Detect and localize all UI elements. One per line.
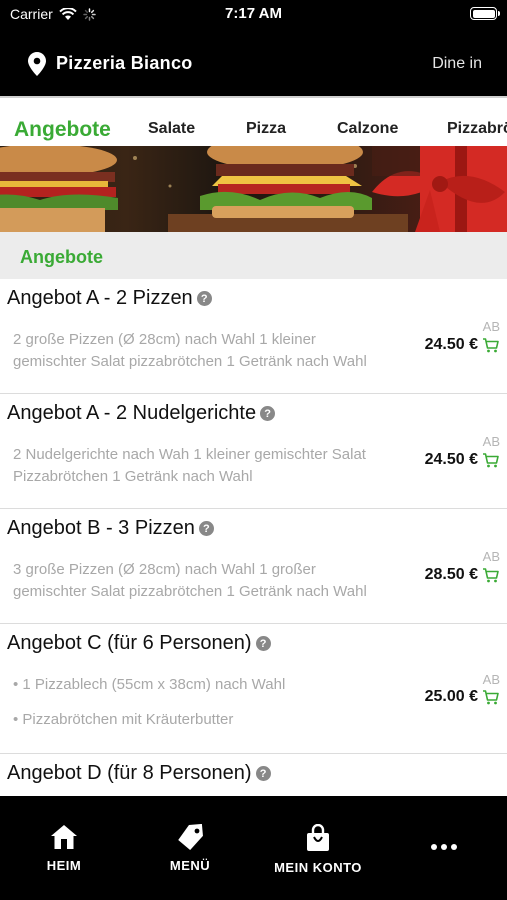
product-description-line: • Pizzabrötchen mit Kräuterbutter: [13, 711, 234, 728]
location-pin-icon[interactable]: [28, 52, 46, 76]
product-description-line: 3 große Pizzen (Ø 28cm) nach Wahl 1 groß…: [13, 561, 367, 600]
nav-home[interactable]: HEIM: [42, 824, 86, 873]
product-item[interactable]: Angebot C (für 6 Personen) ? • 1 Pizzabl…: [0, 624, 507, 754]
product-description: 2 große Pizzen (Ø 28cm) nach Wahl 1 klei…: [13, 329, 393, 386]
burger-banner-illustration: [0, 146, 507, 232]
tab-calzone[interactable]: Calzone: [337, 98, 398, 146]
product-title: Angebot A - 2 Nudelgerichte ?: [7, 402, 276, 425]
product-description-line: 2 Nudelgerichte nach Wah 1 kleiner gemis…: [13, 446, 366, 485]
bag-icon: [307, 823, 329, 851]
nav-menu-label: MENÜ: [169, 858, 211, 873]
tab-angebote[interactable]: Angebote: [14, 98, 111, 146]
cart-icon[interactable]: [482, 337, 499, 353]
product-title: Angebot B - 3 Pizzen ?: [7, 517, 214, 540]
price-row[interactable]: 25.00 €: [425, 688, 499, 706]
product-description: 3 große Pizzen (Ø 28cm) nach Wahl 1 groß…: [13, 559, 393, 616]
price-row[interactable]: 28.50 €: [425, 566, 499, 584]
product-item[interactable]: Angebot A - 2 Pizzen ? 2 große Pizzen (Ø…: [0, 279, 507, 394]
product-title-text: Angebot D (für 8 Personen): [7, 762, 252, 784]
product-title-text: Angebot C (für 6 Personen): [7, 632, 252, 654]
section-title: Angebote: [20, 247, 103, 267]
nav-menu[interactable]: MENÜ: [168, 823, 212, 873]
app-header: Pizzeria Bianco Dine in: [0, 28, 507, 96]
product-title-text: Angebot A - 2 Pizzen: [7, 287, 193, 309]
cart-icon[interactable]: [482, 452, 499, 468]
more-icon: [431, 844, 457, 850]
product-price: 24.50 €: [424, 451, 478, 468]
info-icon[interactable]: ?: [255, 766, 271, 781]
product-price: 25.00 €: [424, 688, 478, 705]
product-title: Angebot A - 2 Pizzen ?: [7, 287, 212, 310]
price-prefix-label: AB: [482, 549, 500, 564]
product-description: 2 Nudelgerichte nach Wah 1 kleiner gemis…: [13, 444, 393, 501]
tab-pizza[interactable]: Pizza: [246, 98, 286, 146]
home-icon: [51, 825, 77, 849]
info-icon[interactable]: ?: [260, 406, 276, 421]
product-price: 28.50 €: [424, 566, 478, 583]
nav-account-label: MEIN KONTO: [274, 860, 362, 875]
info-icon[interactable]: ?: [255, 636, 271, 651]
nav-more[interactable]: [426, 838, 462, 859]
product-item[interactable]: Angebot B - 3 Pizzen ? 3 große Pizzen (Ø…: [0, 509, 507, 624]
price-prefix-label: AB: [482, 434, 500, 449]
info-icon[interactable]: ?: [196, 291, 212, 306]
product-description: • 1 Pizzablech (55cm x 38cm) nach Wahl •…: [13, 674, 393, 744]
product-item[interactable]: Angebot A - 2 Nudelgerichte ? 2 Nudelger…: [0, 394, 507, 509]
cart-icon[interactable]: [482, 567, 499, 583]
cart-icon[interactable]: [482, 689, 499, 705]
nav-home-label: HEIM: [46, 858, 82, 873]
price-prefix-label: AB: [482, 672, 500, 687]
product-title: Angebot D (für 8 Personen) ?: [7, 762, 271, 785]
tag-icon: [178, 823, 203, 851]
status-bar: Carrier 7:17 AM: [0, 0, 507, 28]
product-title-text: Angebot A - 2 Nudelgerichte: [7, 402, 257, 424]
nav-account[interactable]: MEIN KONTO: [268, 823, 368, 875]
dine-mode-toggle[interactable]: Dine in: [432, 55, 482, 73]
restaurant-name[interactable]: Pizzeria Bianco: [56, 53, 193, 74]
product-title: Angebot C (für 6 Personen) ?: [7, 632, 271, 655]
bottom-nav: HEIM MENÜ MEIN KONTO: [0, 796, 507, 900]
battery-icon: [470, 7, 500, 20]
section-header: Angebote: [0, 232, 507, 279]
status-time: 7:17 AM: [225, 5, 282, 22]
category-tabs: Angebote Salate Pizza Calzone Pizzabrötc…: [0, 96, 507, 146]
tab-pizzabroetchen[interactable]: Pizzabrötchen: [447, 98, 507, 146]
promo-banner-image: [0, 146, 507, 232]
product-price: 24.50 €: [424, 336, 478, 353]
price-row[interactable]: 24.50 €: [425, 336, 499, 354]
product-item[interactable]: Angebot D (für 8 Personen) ?: [0, 754, 507, 796]
price-prefix-label: AB: [482, 319, 500, 334]
product-description-line: • 1 Pizzablech (55cm x 38cm) nach Wahl: [13, 676, 286, 693]
product-list: Angebot A - 2 Pizzen ? 2 große Pizzen (Ø…: [0, 279, 507, 796]
tab-salate[interactable]: Salate: [148, 98, 195, 146]
product-title-text: Angebot B - 3 Pizzen: [7, 517, 195, 539]
info-icon[interactable]: ?: [198, 521, 214, 536]
price-row[interactable]: 24.50 €: [425, 451, 499, 469]
product-description-line: 2 große Pizzen (Ø 28cm) nach Wahl 1 klei…: [13, 331, 367, 370]
